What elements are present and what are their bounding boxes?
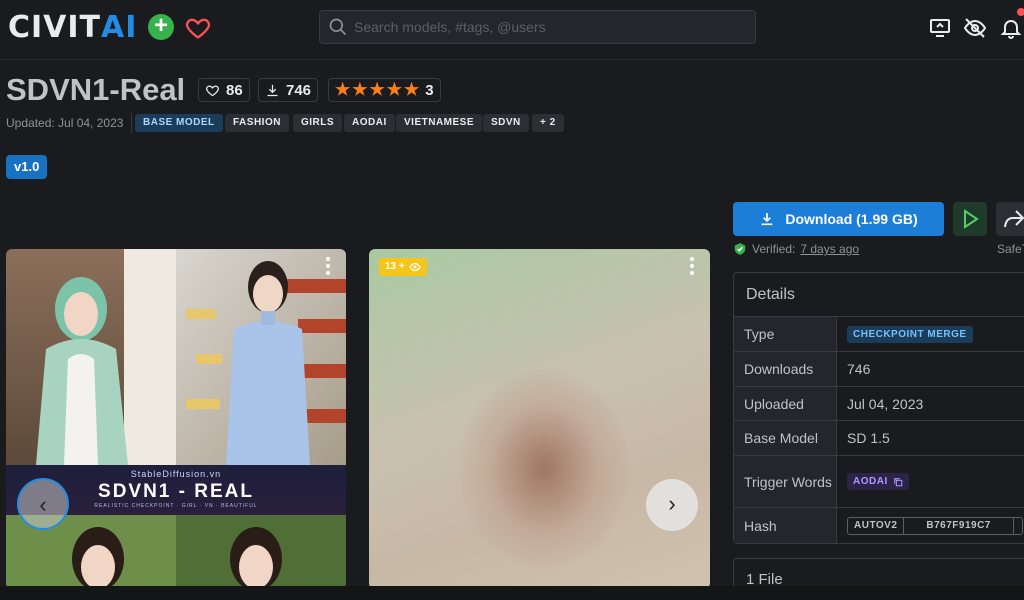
copy-icon[interactable] xyxy=(893,477,903,487)
detail-row-hash: Hash AUTOV2 B767F919C7 xyxy=(734,507,1024,543)
download-button[interactable]: Download (1.99 GB) xyxy=(733,202,944,236)
detail-value: SD 1.5 xyxy=(847,430,890,446)
downloads-count: 746 xyxy=(286,81,312,99)
detail-value: Jul 04, 2023 xyxy=(847,395,924,412)
download-icon xyxy=(267,84,278,96)
gallery-image-card-blurred[interactable]: 13 + xyxy=(369,249,710,589)
bottom-bar xyxy=(0,586,1024,600)
downloads-badge: 746 xyxy=(258,78,319,102)
gallery-prev-button[interactable]: ‹ xyxy=(17,478,69,530)
trigger-word-badge[interactable]: AODAI xyxy=(847,473,909,490)
support-heart-icon[interactable] xyxy=(184,14,212,42)
upload-monitor-icon[interactable] xyxy=(928,16,952,40)
logo-text-ai: AI xyxy=(101,9,138,45)
search-icon xyxy=(328,17,348,37)
search-bar[interactable] xyxy=(319,10,756,44)
top-header: CIVIT AI + xyxy=(0,0,1024,60)
gallery-next-button[interactable]: › xyxy=(646,479,698,531)
model-title: SDVN1-Real xyxy=(6,72,186,107)
blurred-preview xyxy=(459,369,629,569)
verified-label: Verified: xyxy=(752,242,796,256)
details-panel: Details Type CHECKPOINT MERGE Downloads … xyxy=(733,272,1024,544)
detail-key: Trigger Words xyxy=(734,456,837,507)
preview-image xyxy=(6,249,346,589)
tag-vietnamese[interactable]: VIETNAMESE xyxy=(396,114,483,132)
detail-row-uploaded: Uploaded Jul 04, 2023 xyxy=(734,386,1024,420)
details-heading[interactable]: Details xyxy=(734,273,1024,317)
version-button[interactable]: v1.0 xyxy=(6,155,48,179)
detail-value: 746 xyxy=(847,361,871,377)
star-icon: ★ xyxy=(352,80,368,99)
rating-count: 3 xyxy=(425,81,434,99)
bell-icon[interactable] xyxy=(999,16,1023,40)
nsfw-rating: 13 + xyxy=(385,261,405,272)
likes-count: 86 xyxy=(226,81,243,99)
gallery-image-card[interactable]: StableDiffusion.vn SDVN1 - REAL REALISTI… xyxy=(6,249,346,589)
download-icon xyxy=(762,213,773,226)
eye-off-icon[interactable] xyxy=(963,16,987,40)
notification-dot xyxy=(1017,8,1024,16)
card-subtitle: StableDiffusion.vn xyxy=(130,469,222,479)
download-label: Download (1.99 GB) xyxy=(785,211,918,227)
search-input[interactable] xyxy=(354,17,744,37)
star-icon: ★ xyxy=(369,80,385,99)
create-plus-button[interactable]: + xyxy=(148,14,174,40)
card-menu-icon[interactable] xyxy=(326,257,332,277)
trigger-word: AODAI xyxy=(853,476,888,487)
hash-type[interactable]: AUTOV2 xyxy=(848,518,903,534)
rating-badge[interactable]: ★ ★ ★ ★ ★ 3 xyxy=(328,78,441,102)
star-icon: ★ xyxy=(335,80,351,99)
tag-more[interactable]: + 2 xyxy=(532,114,564,132)
detail-key: Base Model xyxy=(734,421,837,455)
star-icon: ★ xyxy=(404,80,420,99)
tag-girls[interactable]: GIRLS xyxy=(293,114,343,132)
detail-row-type: Type CHECKPOINT MERGE xyxy=(734,316,1024,351)
heart-icon xyxy=(206,84,219,96)
detail-key: Uploaded xyxy=(734,387,837,420)
tag-aodai[interactable]: AODAI xyxy=(344,114,395,132)
detail-key: Hash xyxy=(734,508,837,543)
detail-row-trigger-words: Trigger Words AODAI xyxy=(734,455,1024,507)
detail-key: Type xyxy=(734,317,837,351)
run-button[interactable] xyxy=(953,202,987,236)
eye-icon xyxy=(409,262,421,272)
divider xyxy=(131,113,132,133)
detail-row-downloads: Downloads 746 xyxy=(734,351,1024,386)
updated-date: Updated: Jul 04, 2023 xyxy=(6,116,124,130)
tag-fashion[interactable]: FASHION xyxy=(225,114,289,132)
logo-text-civit: CIVIT xyxy=(8,9,102,45)
play-icon xyxy=(964,209,979,229)
verified-time-link[interactable]: 7 days ago xyxy=(800,242,859,256)
shield-check-icon xyxy=(734,243,746,255)
tag-sdvn[interactable]: SDVN xyxy=(483,114,529,132)
detail-key: Downloads xyxy=(734,352,837,386)
hash-selector[interactable]: AUTOV2 B767F919C7 xyxy=(847,516,1023,535)
base-model-tag[interactable]: BASE MODEL xyxy=(135,114,223,132)
nsfw-badge[interactable]: 13 + xyxy=(379,258,427,276)
hash-value[interactable]: B767F919C7 xyxy=(903,517,1012,534)
verified-status: Verified: 7 days ago xyxy=(733,242,859,256)
hash-copy[interactable] xyxy=(1012,517,1022,534)
likes-badge[interactable]: 86 xyxy=(198,78,250,102)
share-button[interactable] xyxy=(996,202,1024,236)
detail-row-base-model: Base Model SD 1.5 xyxy=(734,420,1024,455)
card-menu-icon[interactable] xyxy=(690,257,696,277)
safetensor-label: SafeT xyxy=(997,242,1024,256)
share-icon xyxy=(1004,210,1024,228)
civitai-logo[interactable]: CIVIT AI xyxy=(8,9,138,45)
star-icon: ★ xyxy=(386,80,402,99)
rating-stars: ★ ★ ★ ★ ★ xyxy=(335,80,419,100)
type-badge: CHECKPOINT MERGE xyxy=(847,325,973,343)
